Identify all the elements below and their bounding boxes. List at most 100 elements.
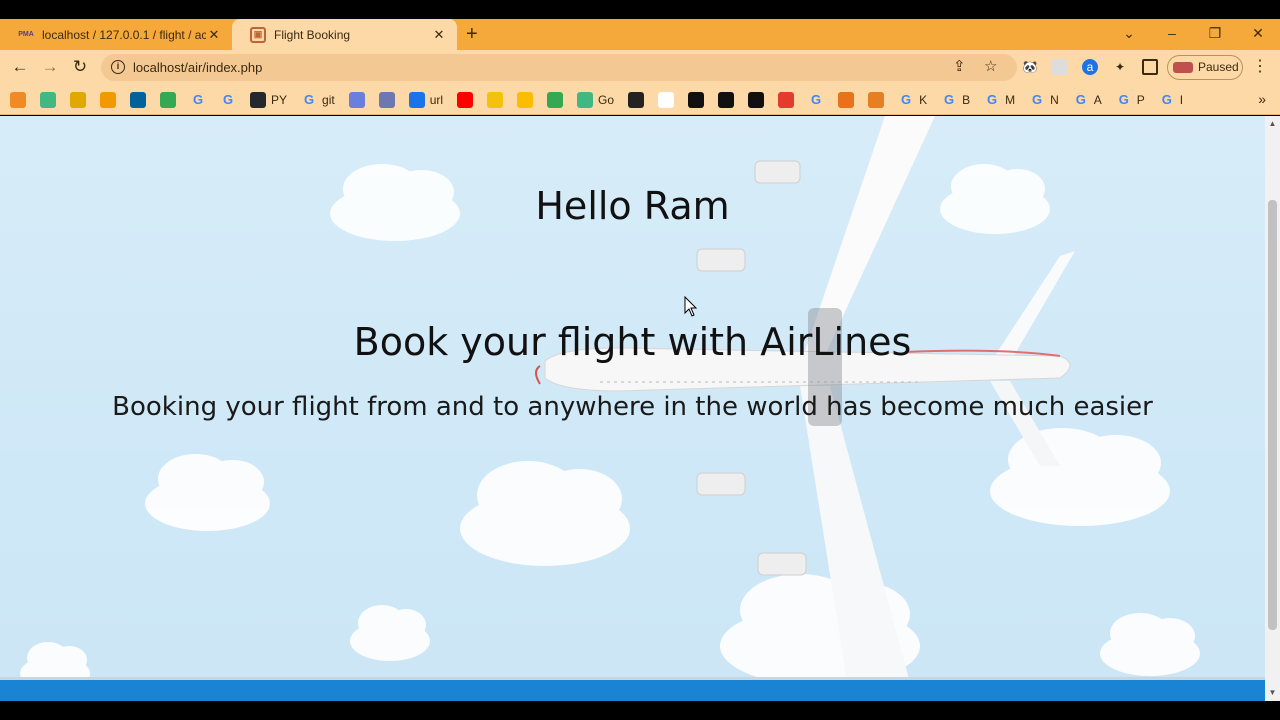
restore-button[interactable]: ❐: [1195, 19, 1235, 50]
tab-flight-booking[interactable]: ▣ Flight Booking ✕: [232, 19, 457, 50]
folder-icon: [517, 91, 534, 108]
bookmark-item[interactable]: GA: [1073, 92, 1102, 108]
bookmark-label: A: [1093, 92, 1102, 107]
bookmark-item[interactable]: GP: [1116, 92, 1145, 108]
google-icon: G: [987, 91, 998, 107]
menu-kebab-icon[interactable]: ⋮: [1252, 59, 1268, 75]
bookmark-item[interactable]: [457, 91, 474, 108]
bookmark-item[interactable]: GN: [1029, 92, 1059, 108]
bookmark-item[interactable]: url: [408, 91, 444, 108]
greeting-heading: Hello Ram: [535, 184, 730, 228]
share-icon[interactable]: ⇪: [953, 57, 966, 75]
bookmark-item[interactable]: [748, 91, 765, 108]
scroll-up-icon[interactable]: ▲: [1265, 119, 1280, 128]
google-icon: G: [192, 91, 204, 107]
bookmark-item[interactable]: G: [190, 92, 206, 108]
site-favicon-icon: ▣: [250, 26, 266, 43]
bookmark-item[interactable]: [10, 91, 26, 108]
bookmark-item[interactable]: [70, 91, 86, 108]
bookmark-item[interactable]: [778, 91, 795, 108]
bookmark-item[interactable]: [628, 91, 645, 108]
bookmark-item[interactable]: [838, 91, 855, 108]
bookmark-item[interactable]: G: [220, 92, 236, 108]
bookmark-item[interactable]: [378, 91, 395, 108]
bookmark-item[interactable]: [130, 91, 146, 108]
screen-top-border: [0, 0, 1280, 19]
forward-arrow-icon[interactable]: →: [38, 55, 62, 79]
back-arrow-icon[interactable]: ←: [8, 55, 32, 79]
site-info-icon[interactable]: i: [111, 60, 125, 74]
address-bar[interactable]: i localhost/air/index.php ⇪ ☆: [101, 54, 1017, 81]
google-icon: G: [222, 91, 234, 107]
bookmark-label: url: [429, 92, 444, 107]
extensions-puzzle-icon[interactable]: ✦: [1112, 59, 1128, 75]
bookmark-item[interactable]: [718, 91, 735, 108]
pma-icon: [378, 91, 395, 108]
scrollbar-thumb[interactable]: [1268, 200, 1277, 630]
bookmark-label: B: [962, 92, 971, 107]
analytics-icon: [100, 91, 116, 108]
black-circle-icon: [718, 91, 735, 108]
bookmark-item[interactable]: Go: [577, 91, 615, 108]
vue-icon: [577, 91, 594, 108]
bookmark-item[interactable]: G: [808, 92, 824, 108]
screen-bottom-border: [0, 701, 1280, 720]
tiger-icon: [868, 91, 885, 108]
browser-toolbar: ← → ↻ i localhost/air/index.php ⇪ ☆ 🐼 a …: [0, 50, 1280, 85]
close-window-button[interactable]: ✕: [1238, 19, 1278, 50]
bookmark-item[interactable]: [348, 91, 365, 108]
bookmark-label: git: [322, 92, 335, 107]
wifi-icon: [408, 91, 425, 108]
google-icon: G: [811, 91, 822, 107]
bookmark-item[interactable]: [487, 91, 504, 108]
bookmark-icon: [628, 91, 645, 108]
url-text[interactable]: localhost/air/index.php: [133, 60, 262, 75]
scroll-down-icon[interactable]: ▼: [1265, 688, 1280, 697]
profile-button[interactable]: Paused: [1167, 55, 1243, 80]
bookmark-item[interactable]: GI: [1159, 92, 1183, 108]
tab-phpmyadmin[interactable]: PMA localhost / 127.0.0.1 / flight / acc…: [0, 19, 232, 50]
bookmark-item[interactable]: GB: [941, 92, 970, 108]
side-panel-icon[interactable]: [1142, 59, 1158, 75]
vertical-scrollbar[interactable]: ▲ ▼: [1265, 116, 1280, 701]
bookmark-item[interactable]: [160, 91, 176, 108]
bookmarks-bar: G G PY Ggit url Go G G K G B G M G N G A G P G I»: [0, 85, 1280, 115]
green-circle-icon: [160, 91, 176, 108]
reload-icon[interactable]: ↻: [68, 55, 92, 79]
panda-extension-icon[interactable]: 🐼: [1022, 59, 1038, 75]
google-icon: G: [901, 91, 912, 107]
page-subtitle: Booking your flight from and to anywhere…: [112, 392, 1153, 422]
notes-icon: [70, 91, 86, 108]
close-icon[interactable]: ✕: [431, 27, 447, 43]
close-icon[interactable]: ✕: [206, 27, 222, 43]
minimize-button[interactable]: –: [1152, 19, 1192, 50]
tab-strip: PMA localhost / 127.0.0.1 / flight / acc…: [0, 19, 1280, 50]
google-icon: G: [1118, 91, 1129, 107]
bookmark-label: Go: [598, 92, 615, 107]
bookmark-item[interactable]: [658, 91, 675, 108]
triangle-icon: [838, 91, 855, 108]
bookmarks-overflow-icon[interactable]: »: [1258, 91, 1266, 107]
google-icon: G: [944, 91, 955, 107]
bookmark-item[interactable]: [868, 91, 885, 108]
bookmark-item[interactable]: Ggit: [301, 92, 335, 108]
bookmark-item[interactable]: PY: [250, 91, 287, 108]
bookmark-item[interactable]: [517, 91, 534, 108]
a-extension-icon[interactable]: a: [1082, 59, 1098, 75]
google-icon: G: [1161, 91, 1172, 107]
bookmark-item[interactable]: GK: [898, 92, 927, 108]
image-extension-icon[interactable]: [1051, 59, 1067, 75]
black-circle-icon: [748, 91, 765, 108]
bookmark-item[interactable]: [547, 91, 564, 108]
flag-icon: [348, 91, 365, 108]
bookmark-item[interactable]: [40, 91, 56, 108]
bookmark-label: N: [1050, 92, 1059, 107]
profile-status: Paused: [1198, 60, 1239, 74]
tab-search-icon[interactable]: ⌄: [1109, 19, 1149, 50]
bookmark-item[interactable]: [688, 91, 705, 108]
bookmark-item[interactable]: [100, 91, 116, 108]
bookmark-star-icon[interactable]: ☆: [984, 57, 997, 75]
mouse-pointer-icon: [684, 296, 698, 317]
bookmark-item[interactable]: GM: [984, 92, 1015, 108]
new-tab-button[interactable]: +: [466, 19, 478, 50]
